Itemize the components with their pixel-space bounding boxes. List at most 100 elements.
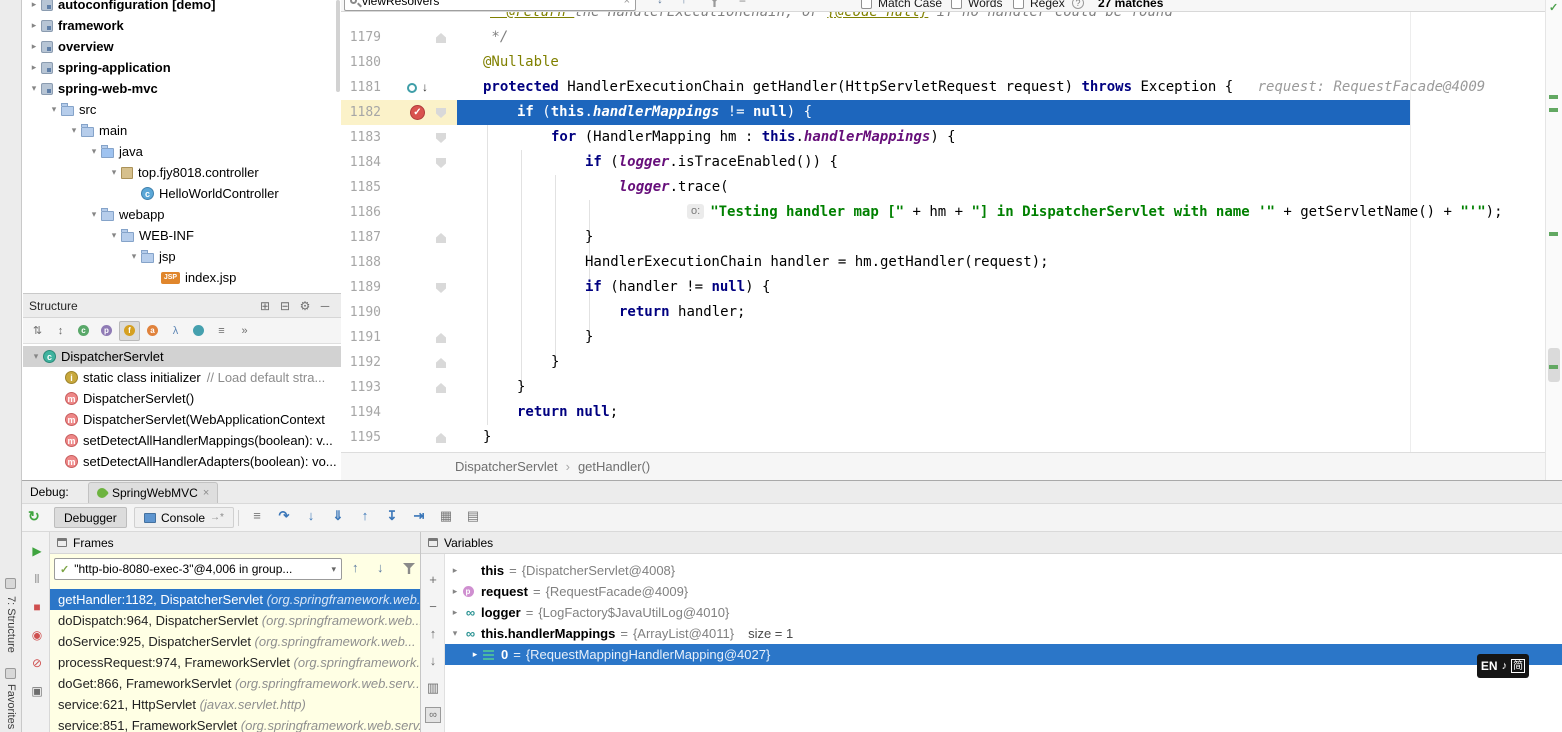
line-number[interactable]: 1190 bbox=[345, 300, 381, 325]
editor-error-stripe[interactable]: ✓ bbox=[1545, 0, 1562, 480]
code-line[interactable]: HandlerExecutionChain handler = hm.getHa… bbox=[585, 250, 1049, 275]
fold-marker-icon[interactable] bbox=[436, 33, 446, 43]
chevron-right-icon[interactable]: ▸ bbox=[27, 20, 41, 31]
chevron-down-icon[interactable]: ▾ bbox=[67, 125, 81, 136]
line-number[interactable]: 1187 bbox=[345, 225, 381, 250]
tree-item[interactable]: ▸autoconfiguration [demo] bbox=[23, 0, 341, 15]
match-case-label[interactable]: Match Case bbox=[878, 0, 942, 10]
code-line[interactable]: return null; bbox=[517, 400, 618, 425]
stack-frame[interactable]: getHandler:1182, DispatcherServlet (org.… bbox=[50, 589, 420, 610]
mute-breakpoints-icon[interactable]: ⊘ bbox=[25, 656, 49, 670]
code-line[interactable]: } bbox=[585, 325, 593, 350]
fold-marker-icon[interactable] bbox=[436, 358, 446, 368]
tree-item[interactable]: ▾jsp bbox=[23, 246, 341, 267]
step-out-icon[interactable]: ↑ bbox=[354, 508, 376, 523]
code-line[interactable]: protected HandlerExecutionChain getHandl… bbox=[483, 75, 1485, 100]
show-watches-icon[interactable]: ∞ bbox=[425, 707, 441, 723]
code-line[interactable]: */ bbox=[483, 25, 508, 50]
breadcrumb-class[interactable]: DispatcherServlet bbox=[455, 459, 558, 474]
variable-row[interactable]: ▸this={DispatcherServlet@4008} bbox=[445, 560, 1562, 581]
chevron-right-icon[interactable]: ▸ bbox=[447, 565, 463, 576]
resume-icon[interactable]: ▶ bbox=[25, 544, 49, 558]
line-number[interactable]: 1191 bbox=[345, 325, 381, 350]
code-line[interactable]: } bbox=[585, 225, 593, 250]
structure-item[interactable]: mDispatcherServlet(WebApplicationContext bbox=[23, 409, 341, 430]
show-lambdas-toggle[interactable]: λ bbox=[165, 321, 186, 341]
view-breakpoints-icon[interactable]: ◉ bbox=[25, 628, 49, 642]
code-line[interactable]: if (handler != null) { bbox=[585, 275, 770, 300]
clear-search-icon[interactable]: × bbox=[624, 0, 630, 7]
move-watch-down-icon[interactable]: ↓ bbox=[421, 653, 445, 668]
variable-row[interactable]: ▾∞this.handlerMappings={ArrayList@4011}s… bbox=[445, 623, 1562, 644]
tree-item[interactable]: ▾top.fjy8018.controller bbox=[23, 162, 341, 183]
remove-watch-icon[interactable]: − bbox=[421, 599, 445, 614]
line-number[interactable]: 1192 bbox=[345, 350, 381, 375]
structure-tool-icon[interactable] bbox=[5, 578, 16, 589]
thread-dump-icon[interactable]: ▣ bbox=[25, 684, 49, 698]
show-inherited-toggle[interactable] bbox=[188, 321, 209, 341]
move-watch-up-icon[interactable]: ↑ bbox=[421, 626, 445, 641]
chevron-down-icon[interactable]: ▾ bbox=[87, 146, 101, 157]
line-number[interactable]: 1179 bbox=[345, 25, 381, 50]
run-to-cursor-icon[interactable]: ⇥ bbox=[408, 508, 430, 524]
regex-help-icon[interactable]: ? bbox=[1072, 0, 1084, 9]
more-actions-icon[interactable]: » bbox=[234, 321, 255, 341]
fold-marker-icon[interactable] bbox=[436, 283, 446, 293]
code-line[interactable]: o:"Testing handler map [" + hm + "] in D… bbox=[687, 200, 1503, 225]
structure-item[interactable]: msetDetectAllHandlerAdapters(boolean): v… bbox=[23, 451, 341, 472]
tree-item[interactable]: ▾main bbox=[23, 120, 341, 141]
show-anonymous-classes-toggle[interactable]: a bbox=[142, 321, 163, 341]
collapse-all-icon[interactable]: ⊟ bbox=[275, 299, 295, 313]
fold-marker-icon[interactable] bbox=[436, 233, 446, 243]
code-line[interactable]: } bbox=[483, 425, 491, 450]
stack-frame[interactable]: service:621, HttpServlet (javax.servlet.… bbox=[50, 694, 420, 715]
tree-item[interactable]: cHelloWorldController bbox=[23, 183, 341, 204]
stop-icon[interactable]: ■ bbox=[25, 600, 49, 614]
line-number[interactable]: 1186 bbox=[345, 200, 381, 225]
structure-item[interactable]: ▾cDispatcherServlet bbox=[23, 346, 341, 367]
chevron-right-icon[interactable]: ▸ bbox=[467, 649, 483, 660]
chevron-right-icon[interactable]: ▸ bbox=[447, 607, 463, 618]
structure-item[interactable]: mDispatcherServlet() bbox=[23, 388, 341, 409]
tool-button-favorites[interactable]: Favorites bbox=[5, 684, 17, 729]
tree-item[interactable]: ▾java bbox=[23, 141, 341, 162]
regex-label[interactable]: Regex bbox=[1030, 0, 1065, 10]
pause-icon[interactable]: Ⅱ bbox=[25, 572, 49, 586]
fold-marker-icon[interactable] bbox=[436, 133, 446, 143]
debug-session-tab[interactable]: SpringWebMVC × bbox=[88, 482, 218, 503]
chevron-down-icon[interactable]: ▾ bbox=[87, 209, 101, 220]
tree-item[interactable]: JSPindex.jsp bbox=[23, 267, 341, 288]
code-line[interactable]: if (this.handlerMappings != null) { bbox=[517, 100, 812, 125]
next-frame-icon[interactable]: ↓ bbox=[377, 560, 384, 575]
line-number[interactable]: 1194 bbox=[345, 400, 381, 425]
tab-debugger[interactable]: Debugger bbox=[54, 507, 127, 528]
previous-frame-icon[interactable]: ↑ bbox=[352, 560, 359, 575]
chevron-down-icon[interactable]: ▾ bbox=[107, 167, 121, 178]
sort-alphabetically-icon[interactable]: ↕ bbox=[50, 321, 71, 341]
regex-checkbox[interactable] bbox=[1013, 0, 1024, 9]
find-next-icon[interactable]: ↓ bbox=[657, 0, 663, 6]
chevron-down-icon[interactable]: ▾ bbox=[107, 230, 121, 241]
chevron-down-icon[interactable]: ▾ bbox=[29, 351, 43, 362]
code-line[interactable]: logger.trace( bbox=[619, 175, 729, 200]
ime-language-badge[interactable]: EN ♪ 简 bbox=[1477, 654, 1529, 678]
expand-all-icon[interactable]: ⊞ bbox=[255, 299, 275, 313]
code-line[interactable]: } bbox=[517, 375, 525, 400]
tool-button-structure[interactable]: 7: Structure bbox=[5, 596, 17, 653]
line-number[interactable]: 1181 bbox=[345, 75, 381, 100]
line-number[interactable]: 1184 bbox=[345, 150, 381, 175]
view-as-table-icon[interactable]: ▦ bbox=[435, 508, 457, 524]
line-number[interactable]: 1193 bbox=[345, 375, 381, 400]
chevron-down-icon[interactable]: ▾ bbox=[127, 251, 141, 262]
stack-frame[interactable]: doService:925, DispatcherServlet (org.sp… bbox=[50, 631, 420, 652]
variable-row[interactable]: ▸0={RequestMappingHandlerMapping@4027} bbox=[445, 644, 1562, 665]
step-over-icon[interactable]: ↷ bbox=[273, 508, 295, 524]
fold-marker-icon[interactable] bbox=[436, 433, 446, 443]
structure-item[interactable]: istatic class initializer// Load default… bbox=[23, 367, 341, 388]
words-checkbox[interactable] bbox=[951, 0, 962, 9]
variable-row[interactable]: ▸∞logger={LogFactory$JavaUtilLog@4010} bbox=[445, 602, 1562, 623]
tab-console[interactable]: Console →* bbox=[134, 507, 234, 528]
group-by-icon[interactable]: ≡ bbox=[211, 321, 232, 341]
fold-marker-icon[interactable] bbox=[436, 158, 446, 168]
line-number[interactable]: 1195 bbox=[345, 425, 381, 450]
